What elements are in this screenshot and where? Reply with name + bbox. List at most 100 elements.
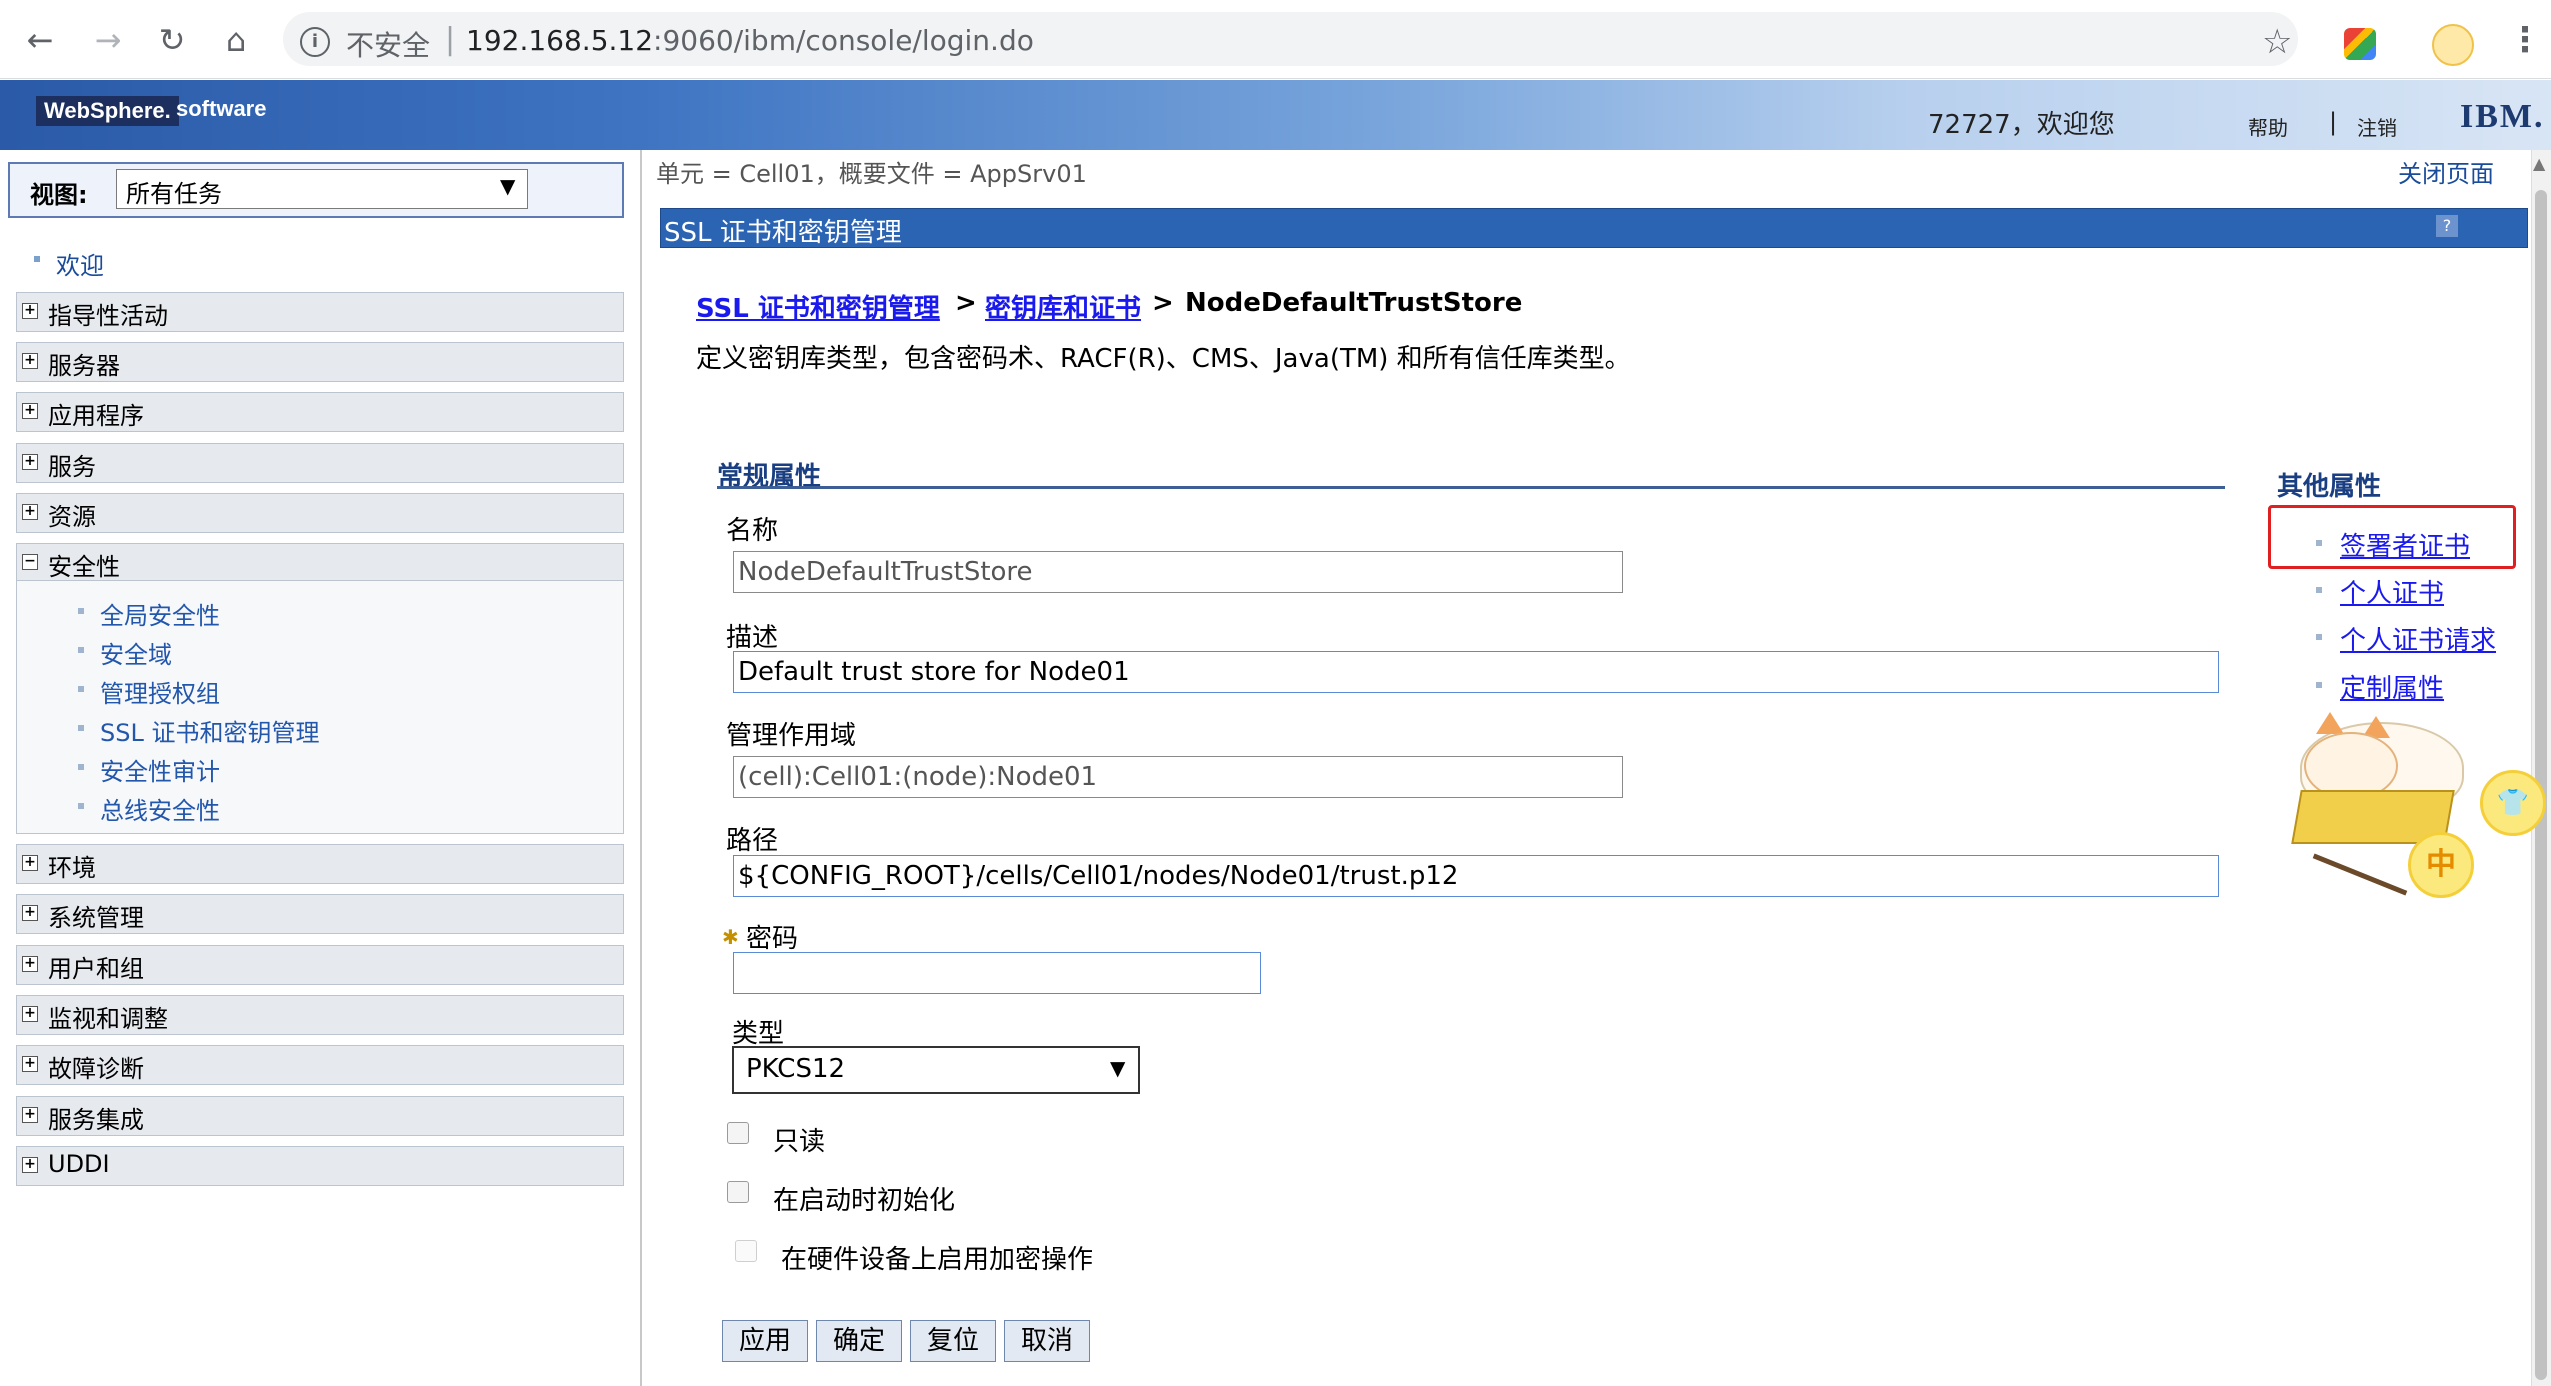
nav-group-services[interactable] <box>16 443 624 483</box>
extension-icon[interactable] <box>2344 28 2376 60</box>
breadcrumb-ssl-link[interactable]: SSL 证书和密钥管理 <box>696 288 940 325</box>
help-icon[interactable]: ? <box>2436 215 2458 237</box>
nav-group-label: 服务器 <box>48 352 120 380</box>
profile-avatar[interactable] <box>2432 24 2474 66</box>
scope-indicator: 单元 = Cell01，概要文件 = AppSrv01 <box>656 160 1087 188</box>
expand-icon[interactable]: + <box>22 403 38 419</box>
bullet-icon <box>78 803 84 809</box>
personal-certificates-link[interactable]: 个人证书 <box>2340 573 2444 610</box>
type-select-value: PKCS12 <box>746 1054 846 1084</box>
breadcrumb-current: NodeDefaultTrustStore <box>1185 288 1523 318</box>
view-select-value: 所有任务 <box>126 180 222 208</box>
nav-group-label: 指导性活动 <box>48 302 168 330</box>
view-label: 视图: <box>30 181 88 209</box>
nav-group-label: 服务 <box>48 453 96 481</box>
hw-crypto-checkbox[interactable] <box>735 1240 757 1262</box>
nav-subitem-bus-security[interactable]: 总线安全性 <box>100 791 220 826</box>
nav-group-resources[interactable] <box>16 493 624 533</box>
init-on-startup-checkbox[interactable] <box>727 1181 749 1203</box>
custom-properties-link[interactable]: 定制属性 <box>2340 668 2444 705</box>
browser-menu-icon[interactable]: ⋮ <box>2508 20 2542 60</box>
nav-group-environment[interactable] <box>16 844 624 884</box>
nav-subitem-ssl-cert-key-mgmt[interactable]: SSL 证书和密钥管理 <box>100 713 319 748</box>
collapse-icon[interactable]: − <box>22 554 38 570</box>
expand-icon[interactable]: + <box>22 1056 38 1072</box>
scroll-up-icon[interactable]: ▲ <box>2533 154 2545 173</box>
password-field[interactable] <box>733 952 1261 994</box>
bullet-icon <box>78 608 84 614</box>
nav-group-label: UDDI <box>48 1150 110 1178</box>
nav-subitem-admin-auth-groups[interactable]: 管理授权组 <box>100 674 220 709</box>
expand-icon[interactable]: + <box>22 504 38 520</box>
ok-button[interactable]: 确定 <box>816 1320 902 1362</box>
expand-icon[interactable]: + <box>22 905 38 921</box>
bullet-icon <box>2316 540 2322 546</box>
nav-welcome-link[interactable]: 欢迎 <box>56 246 104 281</box>
path-value: ${CONFIG_ROOT}/cells/Cell01/nodes/Node01… <box>738 861 1459 891</box>
name-value: NodeDefaultTrustStore <box>738 557 1033 587</box>
nav-subitem-global-security[interactable]: 全局安全性 <box>100 596 220 631</box>
signer-certificates-link[interactable]: 签署者证书 <box>2340 526 2470 563</box>
nav-group-label: 故障诊断 <box>48 1055 144 1083</box>
expand-icon[interactable]: + <box>22 1006 38 1022</box>
close-page-link[interactable]: 关闭页面 <box>2398 154 2494 189</box>
reset-button[interactable]: 复位 <box>910 1320 996 1362</box>
logout-link[interactable]: 注销 <box>2357 112 2397 141</box>
other-properties-heading: 其他属性 <box>2277 472 2382 502</box>
help-link[interactable]: 帮助 <box>2248 112 2288 141</box>
bullet-icon <box>78 647 84 653</box>
bookmark-star-icon[interactable]: ☆ <box>2262 22 2292 62</box>
type-label: 类型 <box>732 1019 785 1049</box>
breadcrumb-separator: > <box>1152 288 1174 318</box>
url-text[interactable]: 192.168.5.12:9060/ibm/console/login.do <box>466 24 1034 57</box>
url-path: :9060/ibm/console/login.do <box>653 24 1034 57</box>
nav-group-label: 资源 <box>48 503 96 531</box>
forward-icon[interactable]: → <box>90 22 126 58</box>
bullet-icon <box>78 764 84 770</box>
hw-crypto-label: 在硬件设备上启用加密操作 <box>781 1245 1094 1275</box>
chinese-input-icon[interactable]: 中 <box>2408 832 2474 898</box>
url-separator: | <box>445 22 456 57</box>
bullet-icon <box>34 256 40 262</box>
panel-title: SSL 证书和密钥管理 <box>664 218 902 248</box>
info-icon[interactable]: i <box>300 27 330 57</box>
page-description: 定义密钥库类型，包含密码术、RACF(R)、CMS、Java(TM) 和所有信任… <box>696 344 1631 374</box>
ibm-logo: IBM. <box>2460 98 2545 135</box>
nav-group-label: 用户和组 <box>48 955 144 983</box>
personal-cert-requests-link[interactable]: 个人证书请求 <box>2340 620 2496 657</box>
expand-icon[interactable]: + <box>22 454 38 470</box>
websphere-banner <box>0 80 2551 150</box>
nav-subitem-security-auditing[interactable]: 安全性审计 <box>100 752 220 787</box>
breadcrumb-separator: > <box>955 288 977 318</box>
shirt-icon[interactable]: 👕 <box>2480 770 2546 836</box>
reload-icon[interactable]: ↻ <box>154 22 190 58</box>
nav-subitem-security-domains[interactable]: 安全域 <box>100 635 172 670</box>
name-label: 名称 <box>726 516 779 546</box>
cancel-button[interactable]: 取消 <box>1004 1320 1090 1362</box>
password-label: 密码 <box>746 924 799 954</box>
brush-icon <box>2312 853 2408 896</box>
url-host: 192.168.5.12 <box>466 24 654 57</box>
readonly-checkbox[interactable] <box>727 1122 749 1144</box>
nav-group-label: 服务集成 <box>48 1106 144 1134</box>
cat-ear-icon <box>2316 712 2344 734</box>
expand-icon[interactable]: + <box>22 1157 38 1173</box>
websphere-software-text: software <box>176 96 267 121</box>
expand-icon[interactable]: + <box>22 956 38 972</box>
expand-icon[interactable]: + <box>22 353 38 369</box>
expand-icon[interactable]: + <box>22 855 38 871</box>
home-icon[interactable]: ⌂ <box>218 22 254 58</box>
apply-button[interactable]: 应用 <box>722 1320 808 1362</box>
panel-title-bar <box>660 208 2528 248</box>
section-divider <box>717 486 2225 489</box>
expand-icon[interactable]: + <box>22 1107 38 1123</box>
required-icon: ✱ <box>722 925 739 949</box>
back-icon[interactable]: ← <box>22 22 58 58</box>
breadcrumb-keystores-link[interactable]: 密钥库和证书 <box>985 288 1141 325</box>
nav-group-label: 环境 <box>48 854 96 882</box>
websphere-logo: WebSphere. <box>36 96 179 126</box>
description-value: Default trust store for Node01 <box>738 657 1130 687</box>
expand-icon[interactable]: + <box>22 303 38 319</box>
security-label[interactable]: 不安全 <box>346 24 430 64</box>
nav-group-label: 应用程序 <box>48 402 144 430</box>
